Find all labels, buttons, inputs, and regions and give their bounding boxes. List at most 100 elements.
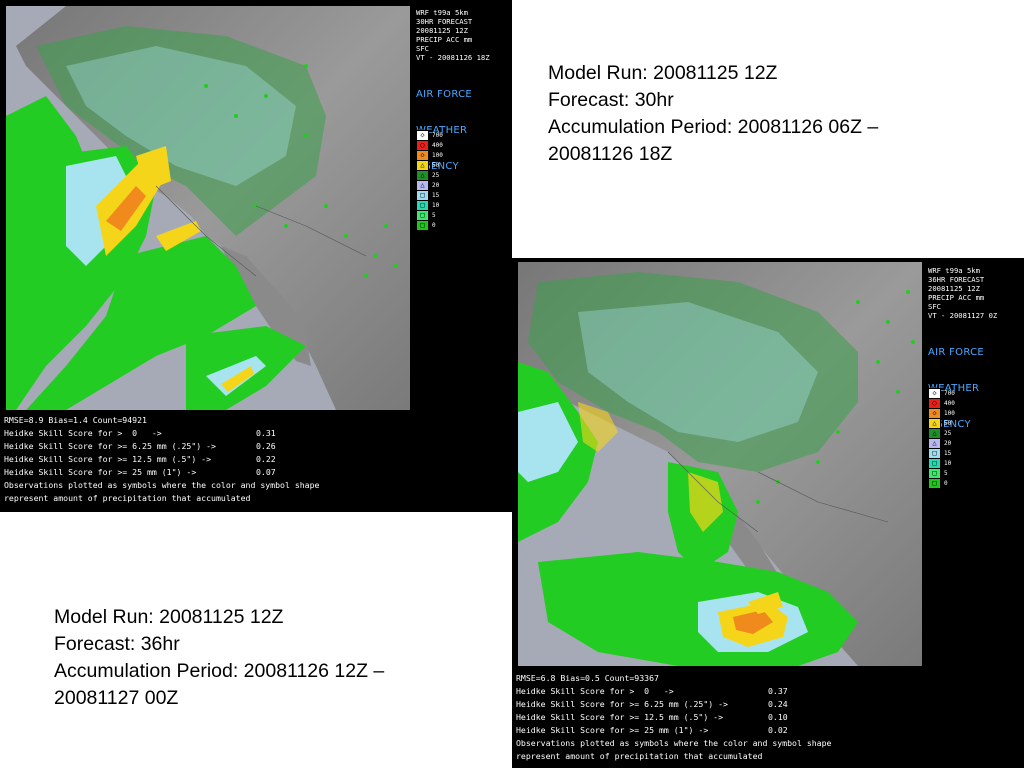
heidke-value: 0.31 (256, 428, 276, 438)
legend-entry: ◇ 700 (928, 387, 955, 399)
forecast-panel-30hr: WRF t99a 5km 30HR FORECAST 20081125 12Z … (0, 0, 512, 512)
legend-entry: □ 15 (928, 447, 955, 459)
heidke-label: Heidke Skill Score for >= 6.25 mm (.25")… (516, 699, 728, 709)
caption-forecast: Forecast: 36hr (54, 633, 180, 655)
heidke-value: 0.22 (256, 454, 276, 464)
heidke-value: 0.26 (256, 441, 276, 451)
legend-value: 10 (944, 459, 952, 467)
heidke-value: 0.24 (768, 699, 788, 709)
caption-model-run: Model Run: 20081125 12Z (548, 62, 778, 84)
legend-entry: △ 20 (416, 179, 443, 191)
stats-note: Observations plotted as symbols where th… (516, 738, 832, 748)
legend-entry: ◇ 700 (416, 129, 443, 141)
heidke-label: Heidke Skill Score for > 0 -> (516, 686, 674, 696)
legend-value: 20 (432, 181, 440, 189)
legend-entry: □ 5 (416, 209, 443, 221)
legend-entry: ○ 400 (928, 397, 955, 409)
legend-entry: △ 20 (928, 437, 955, 449)
heidke-label: Heidke Skill Score for >= 6.25 mm (.25")… (4, 441, 216, 451)
caption-30hr: Model Run: 20081125 12Z Forecast: 30hr A… (548, 60, 1008, 168)
legend-value: 50 (944, 419, 952, 427)
legend-value: 700 (944, 389, 955, 397)
heidke-row: Heidke Skill Score for > 0 -> 0.37 (516, 685, 1016, 698)
legend-value: 15 (944, 449, 952, 457)
legend-entry: □ 10 (416, 199, 443, 211)
legend-value: 100 (944, 409, 955, 417)
heidke-value: 0.10 (768, 712, 788, 722)
heidke-row: Heidke Skill Score for > 0 -> 0.31 (4, 427, 504, 440)
legend-entry: □ 15 (416, 189, 443, 201)
caption-forecast: Forecast: 30hr (548, 89, 674, 111)
precip-map-image (6, 6, 410, 410)
verification-stats: RMSE=8.9 Bias=1.4 Count=94921 Heidke Ski… (4, 414, 504, 505)
caption-model-run: Model Run: 20081125 12Z (54, 606, 284, 628)
precip-map-image (518, 262, 922, 666)
heidke-row: Heidke Skill Score for >= 6.25 mm (.25")… (516, 698, 1016, 711)
header-line-forecast: 36HR FORECAST (928, 275, 985, 284)
legend-entry: □ 0 (416, 219, 443, 231)
legend-value: 0 (432, 221, 436, 229)
legend-swatch: □ (928, 477, 941, 489)
legend-value: 100 (432, 151, 443, 159)
legend-value: 700 (432, 131, 443, 139)
agency-line-1: AIR FORCE (416, 89, 472, 100)
stats-note: Observations plotted as symbols where th… (4, 480, 320, 490)
heidke-row: Heidke Skill Score for >= 12.5 mm (.5") … (516, 711, 1016, 724)
stats-note: represent amount of precipitation that a… (4, 493, 251, 503)
stats-summary: RMSE=8.9 Bias=1.4 Count=94921 (4, 415, 147, 425)
legend-entry: △ 50 (416, 159, 443, 171)
agency-line-1: AIR FORCE (928, 347, 984, 358)
header-line-run: 20081125 12Z (416, 26, 468, 35)
precip-legend: ◇ 700 ○ 400 ◇ 100 △ 50 △ 25 △ 20 □ 15 □ 10 □ 5 □ 0 (416, 129, 443, 231)
legend-value: 15 (432, 191, 440, 199)
legend-entry: △ 25 (416, 169, 443, 181)
forecast-panel-36hr: WRF t99a 5km 36HR FORECAST 20081125 12Z … (512, 258, 1024, 768)
header-line-forecast: 30HR FORECAST (416, 17, 473, 26)
caption-accum-period-end: 20081127 00Z (54, 687, 179, 709)
legend-value: 0 (944, 479, 948, 487)
heidke-value: 0.37 (768, 686, 788, 696)
legend-value: 10 (432, 201, 440, 209)
heidke-label: Heidke Skill Score for > 0 -> (4, 428, 162, 438)
stats-summary: RMSE=6.8 Bias=0.5 Count=93367 (516, 673, 659, 683)
stats-note: represent amount of precipitation that a… (516, 751, 763, 761)
header-line-model: WRF t99a 5km (416, 8, 468, 17)
header-line-level: SFC (928, 302, 941, 311)
heidke-row: Heidke Skill Score for >= 12.5 mm (.5") … (4, 453, 504, 466)
header-line-model: WRF t99a 5km (928, 266, 980, 275)
verification-stats: RMSE=6.8 Bias=0.5 Count=93367 Heidke Ski… (516, 672, 1016, 763)
precip-map-36hr (518, 262, 922, 666)
header-line-run: 20081125 12Z (928, 284, 980, 293)
heidke-label: Heidke Skill Score for >= 25 mm (1") -> (4, 467, 197, 477)
heidke-value: 0.07 (256, 467, 276, 477)
legend-value: 25 (944, 429, 952, 437)
heidke-row: Heidke Skill Score for >= 25 mm (1") -> 0… (516, 724, 1016, 737)
header-line-valid-time: VT - 20081126 18Z (416, 53, 490, 62)
precip-legend: ◇ 700 ○ 400 ◇ 100 △ 50 △ 25 △ 20 □ 15 □ 10 □ 5 □ 0 (928, 387, 955, 489)
heidke-row: Heidke Skill Score for >= 6.25 mm (.25")… (4, 440, 504, 453)
legend-value: 5 (944, 469, 948, 477)
legend-entry: □ 5 (928, 467, 955, 479)
legend-entry: □ 10 (928, 457, 955, 469)
heidke-label: Heidke Skill Score for >= 12.5 mm (.5") … (516, 712, 724, 722)
header-line-field: PRECIP ACC mm (928, 293, 985, 302)
heidke-row: Heidke Skill Score for >= 25 mm (1") -> 0… (4, 466, 504, 479)
header-line-level: SFC (416, 44, 429, 53)
precip-map-30hr (6, 6, 410, 410)
legend-value: 400 (944, 399, 955, 407)
heidke-label: Heidke Skill Score for >= 12.5 mm (.5") … (4, 454, 212, 464)
legend-entry: □ 0 (928, 477, 955, 489)
legend-value: 5 (432, 211, 436, 219)
legend-entry: ○ 400 (416, 139, 443, 151)
legend-value: 400 (432, 141, 443, 149)
legend-value: 25 (432, 171, 440, 179)
caption-accum-period: Accumulation Period: 20081126 06Z – (548, 116, 879, 138)
legend-entry: ◇ 100 (928, 407, 955, 419)
legend-value: 20 (944, 439, 952, 447)
heidke-value: 0.02 (768, 725, 788, 735)
caption-accum-period: Accumulation Period: 20081126 12Z – (54, 660, 385, 682)
legend-swatch: □ (416, 219, 429, 231)
legend-entry: △ 25 (928, 427, 955, 439)
caption-36hr: Model Run: 20081125 12Z Forecast: 36hr A… (54, 604, 504, 712)
heidke-label: Heidke Skill Score for >= 25 mm (1") -> (516, 725, 709, 735)
